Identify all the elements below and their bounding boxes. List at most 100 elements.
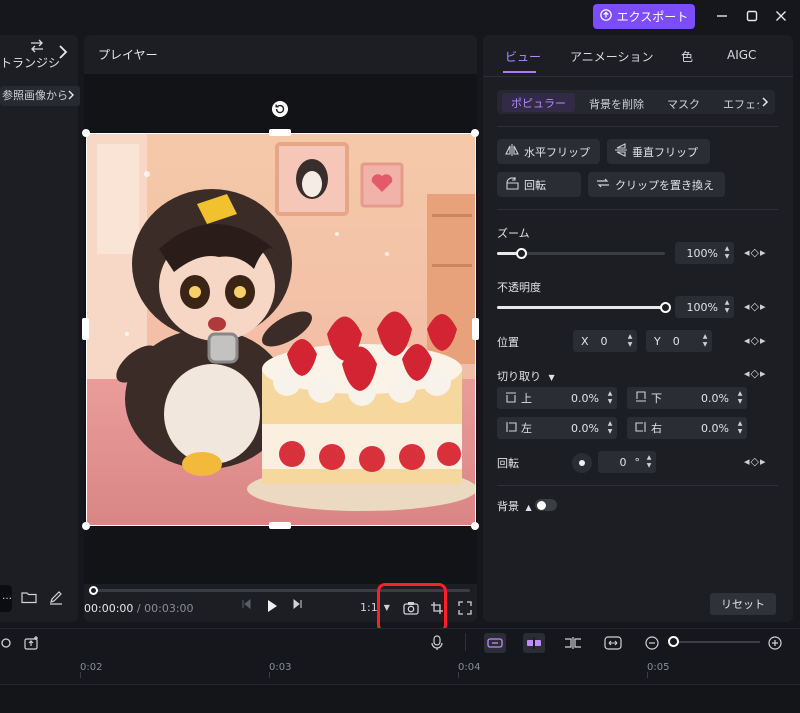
tab-view[interactable]: ビュー bbox=[505, 48, 541, 65]
stepper-icon[interactable]: ▲ ▼ bbox=[736, 390, 744, 406]
crop-left-value: 0.0% bbox=[571, 422, 599, 435]
chevron-right-small-icon[interactable] bbox=[67, 88, 75, 105]
more-button[interactable]: … bbox=[0, 585, 12, 612]
folder-icon[interactable] bbox=[21, 590, 37, 607]
resize-handle-left[interactable] bbox=[82, 318, 89, 340]
tab-animation[interactable]: アニメーション bbox=[570, 48, 654, 65]
left-panel bbox=[0, 35, 78, 622]
keyframe-nav-opacity[interactable]: ◂◇▸ bbox=[744, 300, 767, 313]
subtab-mask[interactable]: マスク bbox=[667, 96, 700, 112]
stepper-icon[interactable]: ▲ ▼ bbox=[626, 333, 634, 349]
stepper-icon[interactable]: ▲ ▼ bbox=[723, 299, 731, 315]
opacity-slider-knob[interactable] bbox=[660, 302, 671, 313]
maximize-icon[interactable] bbox=[742, 6, 762, 26]
prev-frame-icon[interactable] bbox=[240, 599, 252, 609]
keyframe-nav-position[interactable]: ◂◇▸ bbox=[744, 334, 767, 347]
timeline-ruler[interactable] bbox=[0, 658, 800, 684]
background-toggle[interactable] bbox=[535, 499, 557, 511]
close-icon[interactable] bbox=[771, 6, 791, 26]
snapshot-highlight-box bbox=[377, 583, 447, 633]
subtab-remove-background[interactable]: 背景を削除 bbox=[589, 96, 644, 112]
resize-handle-bottom-left[interactable] bbox=[82, 522, 90, 530]
timeline-track-area[interactable] bbox=[0, 684, 800, 713]
subtab-effect[interactable]: エフェク bbox=[723, 96, 759, 112]
inspector-panel bbox=[483, 35, 793, 622]
subtab-scroll-right-icon[interactable] bbox=[759, 95, 775, 111]
crop-right-field[interactable]: 右 0.0% ▲ ▼ bbox=[627, 417, 747, 439]
section-divider bbox=[497, 485, 778, 486]
crop-top-field[interactable]: 上 0.0% ▲ ▼ bbox=[497, 387, 617, 409]
zoom-in-icon[interactable] bbox=[765, 633, 785, 653]
rotation-value-field[interactable]: 0 ° ▲ ▼ bbox=[598, 451, 656, 473]
stepper-icon[interactable]: ▲ ▼ bbox=[606, 420, 614, 436]
settings-icon[interactable] bbox=[0, 633, 16, 653]
stepper-icon[interactable]: ▲ ▼ bbox=[645, 454, 653, 470]
keyframe-nav-rotation[interactable]: ◂◇▸ bbox=[744, 455, 767, 468]
stepper-icon[interactable]: ▲ ▼ bbox=[736, 420, 744, 436]
pen-icon[interactable] bbox=[48, 589, 64, 608]
tab-color[interactable]: 色 bbox=[681, 48, 693, 65]
resize-handle-bottom-right[interactable] bbox=[471, 522, 479, 530]
subtab-popular[interactable]: ポピュラー bbox=[502, 93, 575, 112]
resize-handle-top-left[interactable] bbox=[82, 129, 90, 137]
rotate-button[interactable]: 回転 bbox=[497, 172, 581, 197]
rotation-unit: ° bbox=[634, 455, 641, 469]
flip-vertical-icon bbox=[615, 143, 627, 160]
zoom-out-icon[interactable] bbox=[642, 633, 662, 653]
resize-handle-right[interactable] bbox=[472, 318, 479, 340]
stepper-icon[interactable]: ▲ ▼ bbox=[606, 390, 614, 406]
background-label-row[interactable]: 背景 ▲ bbox=[497, 498, 532, 514]
transition-label[interactable]: トランジシ bbox=[0, 54, 62, 71]
flip-horizontal-button[interactable]: 水平フリップ bbox=[497, 139, 600, 164]
zoom-slider-knob[interactable] bbox=[516, 248, 527, 259]
time-total: 00:03:00 bbox=[144, 602, 194, 615]
play-icon[interactable] bbox=[265, 599, 279, 613]
time-separator: / bbox=[136, 602, 141, 615]
crop-label-row[interactable]: 切り取り ▼ bbox=[497, 368, 555, 384]
resize-handle-top[interactable] bbox=[269, 129, 291, 136]
timeline-tick-label: 0:05 bbox=[647, 662, 670, 673]
keyframe-nav-zoom[interactable]: ◂◇▸ bbox=[744, 246, 767, 259]
rotation-dial[interactable] bbox=[572, 453, 592, 473]
microphone-icon[interactable] bbox=[427, 633, 447, 653]
fullscreen-icon[interactable] bbox=[458, 601, 472, 615]
timeline-tick bbox=[647, 672, 648, 678]
link-snap-icon[interactable] bbox=[484, 633, 506, 653]
flip-horizontal-label: 水平フリップ bbox=[524, 145, 590, 159]
flip-vertical-button[interactable]: 垂直フリップ bbox=[607, 139, 710, 164]
rotate-handle-icon[interactable] bbox=[271, 100, 289, 121]
timeline-tick bbox=[80, 672, 81, 678]
fit-timeline-icon[interactable] bbox=[603, 633, 623, 653]
crop-left-field[interactable]: 左 0.0% ▲ ▼ bbox=[497, 417, 617, 439]
caret-up-icon: ▲ bbox=[525, 503, 532, 512]
playhead-knob[interactable] bbox=[89, 586, 98, 595]
position-x-field[interactable]: X 0 ▲ ▼ bbox=[573, 330, 637, 352]
keyframe-nav-crop[interactable]: ◂◇▸ bbox=[744, 367, 767, 380]
next-frame-icon[interactable] bbox=[292, 599, 304, 609]
export-button[interactable]: エクスポート bbox=[593, 4, 695, 29]
stepper-icon[interactable]: ▲ ▼ bbox=[701, 333, 709, 349]
stepper-icon[interactable]: ▲ ▼ bbox=[723, 245, 731, 261]
minimize-icon[interactable] bbox=[712, 6, 732, 26]
replace-clip-button[interactable]: クリップを置き換え bbox=[588, 172, 725, 197]
magnet-snap-icon[interactable] bbox=[523, 633, 545, 653]
timeline-tick-label: 0:04 bbox=[458, 662, 481, 673]
timeline-zoom-knob[interactable] bbox=[668, 636, 679, 647]
tab-divider bbox=[483, 76, 793, 77]
zoom-label: ズーム bbox=[497, 227, 530, 240]
crop-bottom-field[interactable]: 下 0.0% ▲ ▼ bbox=[627, 387, 747, 409]
timeline-zoom-slider[interactable] bbox=[672, 641, 760, 643]
position-y-field[interactable]: Y 0 ▲ ▼ bbox=[646, 330, 712, 352]
zoom-value-field[interactable]: 100% ▲ ▼ bbox=[675, 242, 734, 264]
rotation-dial-knob bbox=[579, 460, 585, 466]
video-preview-image[interactable] bbox=[86, 133, 476, 526]
tab-aigc[interactable]: AIGC bbox=[727, 48, 756, 62]
add-media-icon[interactable] bbox=[22, 633, 42, 653]
opacity-value-field[interactable]: 100% ▲ ▼ bbox=[675, 296, 734, 318]
resize-handle-top-right[interactable] bbox=[471, 129, 479, 137]
rotate-label: 回転 bbox=[524, 178, 546, 192]
split-icon[interactable] bbox=[563, 633, 583, 653]
reset-button[interactable]: リセット bbox=[710, 593, 776, 615]
active-tab-indicator bbox=[503, 71, 536, 73]
resize-handle-bottom[interactable] bbox=[269, 522, 291, 529]
